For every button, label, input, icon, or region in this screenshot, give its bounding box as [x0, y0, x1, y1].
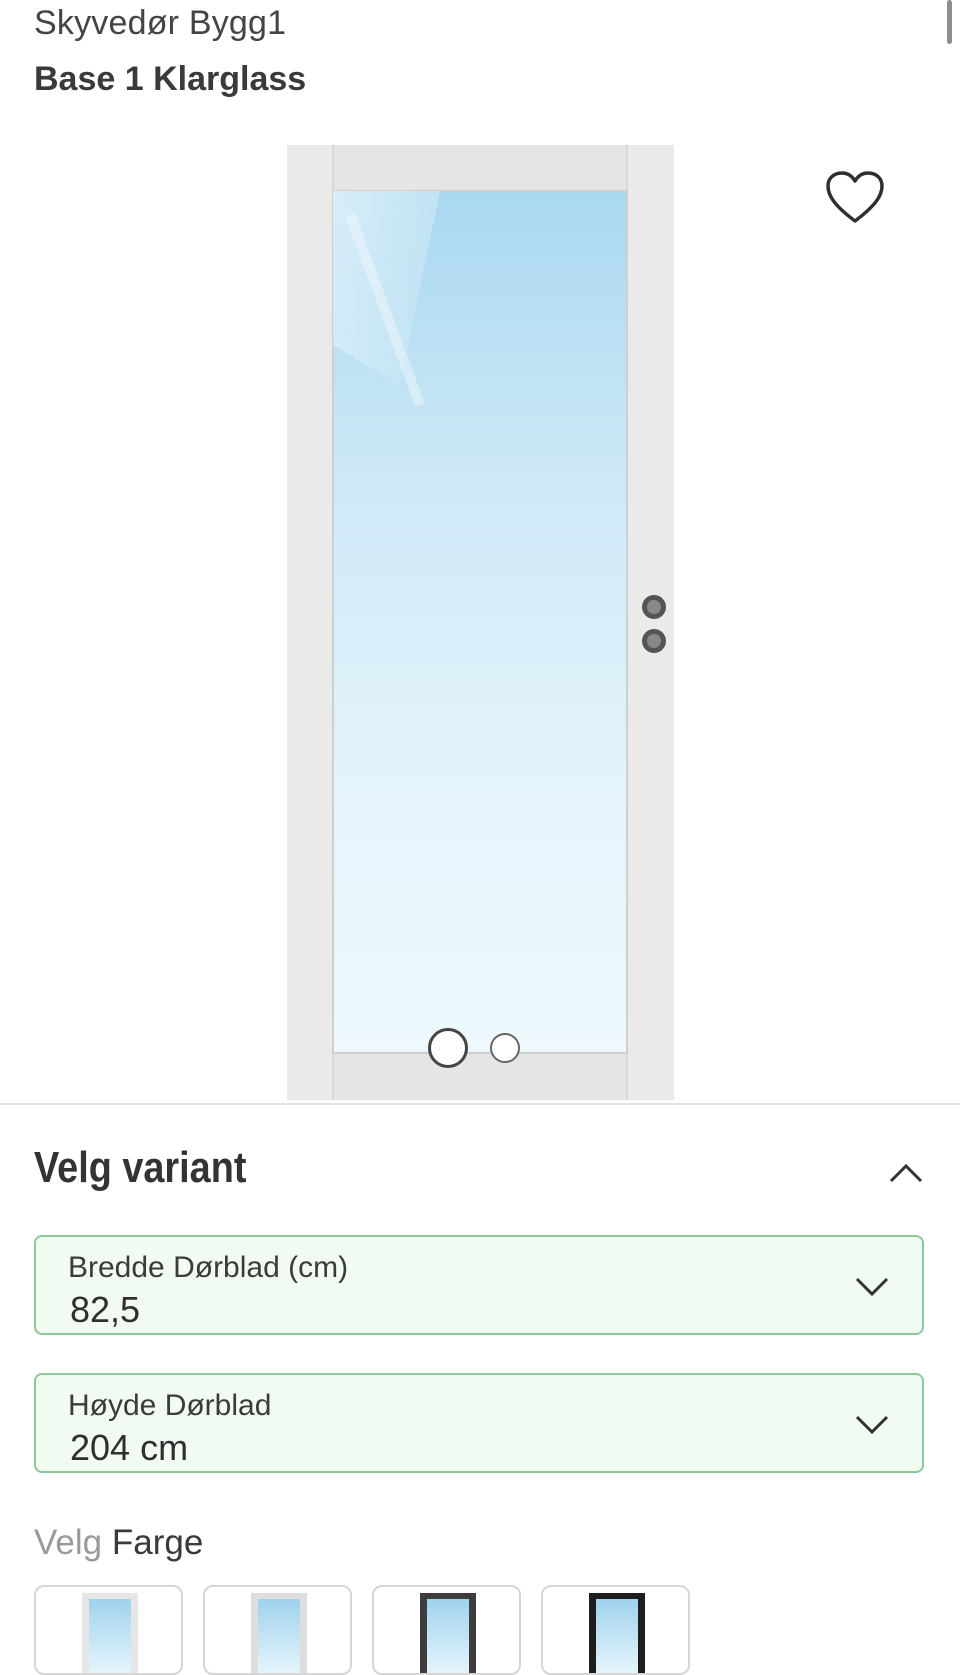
- variant-heading: Velg variant: [34, 1143, 247, 1192]
- gallery-pagination: [428, 1028, 520, 1068]
- product-image-door: [287, 145, 674, 1100]
- gallery-dot-1[interactable]: [428, 1028, 468, 1068]
- heart-outline-icon: [826, 170, 884, 223]
- color-swatch-white-light[interactable]: [34, 1585, 183, 1675]
- width-select-value: 82,5: [70, 1289, 141, 1330]
- color-swatch-list: [34, 1585, 690, 1675]
- swatch-door-thumbnail: [589, 1593, 645, 1673]
- chevron-down-icon: [855, 1277, 889, 1297]
- color-swatch-white[interactable]: [203, 1585, 352, 1675]
- width-select-label: Bredde Dørblad (cm): [68, 1251, 349, 1284]
- chevron-up-icon: [889, 1163, 923, 1183]
- gallery-dot-2[interactable]: [490, 1033, 520, 1063]
- variant-collapse-button[interactable]: [880, 1150, 932, 1196]
- color-swatch-black[interactable]: [541, 1585, 690, 1675]
- swatch-door-thumbnail: [82, 1593, 138, 1673]
- color-label-text: Farge: [111, 1523, 204, 1562]
- color-picker-label: Velg Farge: [34, 1523, 203, 1563]
- height-select-label: Høyde Dørblad: [68, 1389, 272, 1422]
- height-select-value: 204 cm: [70, 1427, 189, 1468]
- chevron-down-icon: [855, 1415, 889, 1435]
- product-brand: Skyvedør Bygg1: [34, 4, 287, 42]
- swatch-door-thumbnail: [420, 1593, 476, 1673]
- page-scrollbar[interactable]: [947, 0, 952, 44]
- color-label-prefix: Velg: [34, 1523, 103, 1562]
- color-swatch-dark-grey[interactable]: [372, 1585, 521, 1675]
- product-title: Base 1 Klarglass: [34, 60, 307, 98]
- swatch-door-thumbnail: [251, 1593, 307, 1673]
- favorite-button[interactable]: [820, 165, 890, 230]
- height-select[interactable]: Høyde Dørblad 204 cm: [34, 1373, 924, 1473]
- product-image-gallery[interactable]: [0, 120, 960, 1105]
- section-divider: [0, 1103, 960, 1105]
- width-select[interactable]: Bredde Dørblad (cm) 82,5: [34, 1235, 924, 1335]
